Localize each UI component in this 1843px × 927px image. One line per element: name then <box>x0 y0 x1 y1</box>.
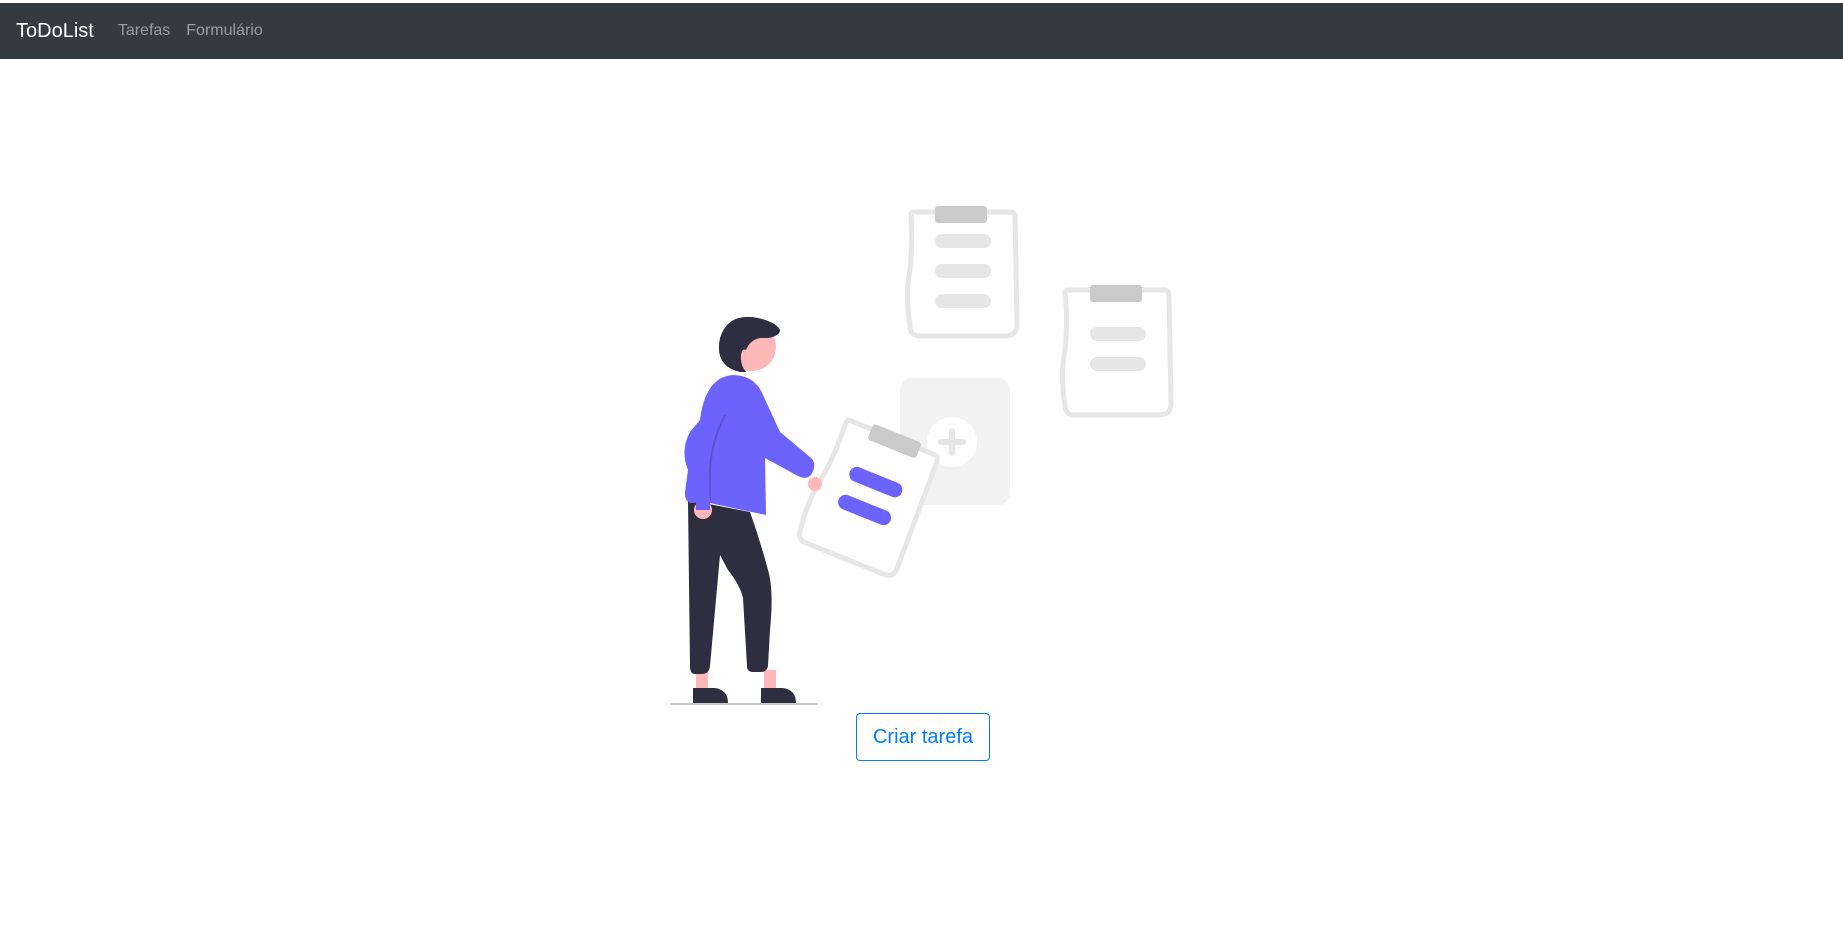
navbar: ToDoList Tarefas Formulário <box>0 3 1843 59</box>
navbar-brand[interactable]: ToDoList <box>16 21 94 41</box>
person-icon <box>670 316 822 705</box>
create-task-button[interactable]: Criar tarefa <box>856 713 990 761</box>
clipboard-icon <box>1060 285 1174 418</box>
nav-link-tarefas[interactable]: Tarefas <box>118 23 170 39</box>
empty-state-illustration <box>670 200 1180 715</box>
clipboard-icon <box>905 206 1020 339</box>
nav-link-formulario[interactable]: Formulário <box>186 23 262 39</box>
